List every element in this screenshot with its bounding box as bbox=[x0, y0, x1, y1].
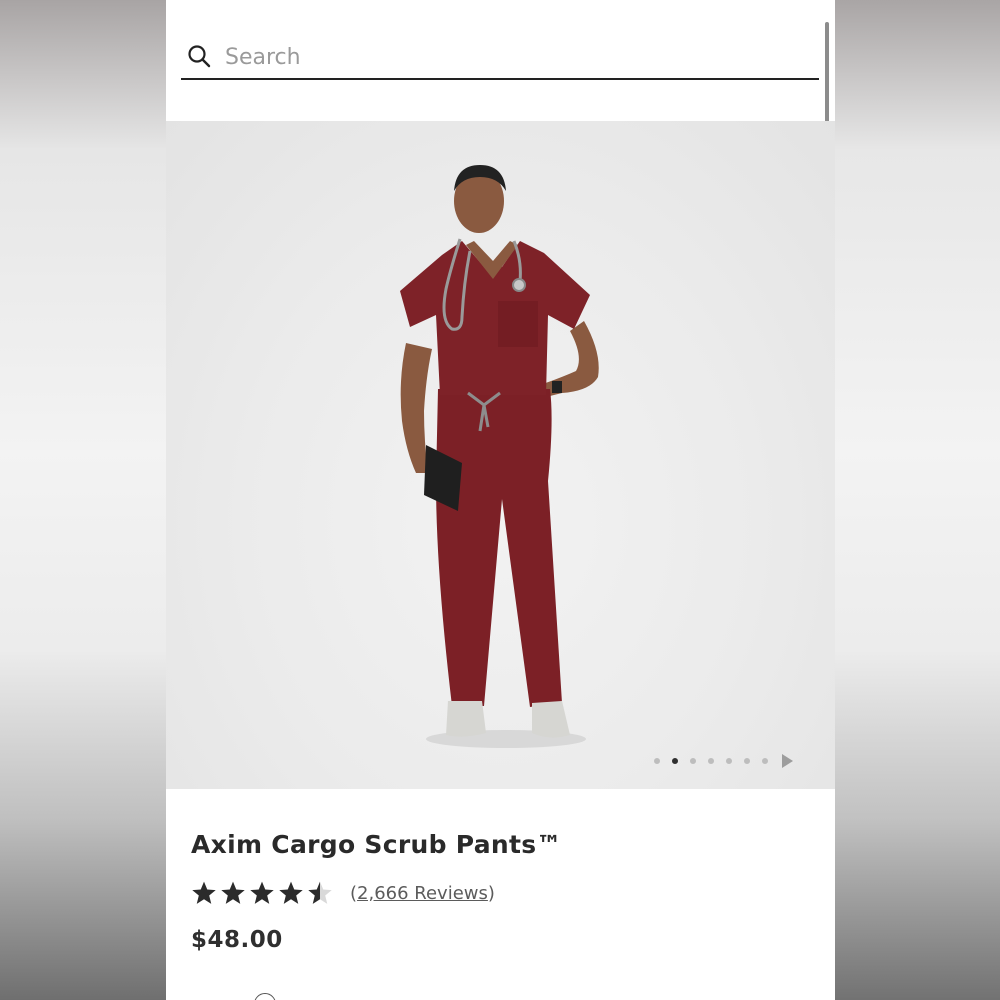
carousel-dot[interactable] bbox=[726, 758, 732, 764]
star-icon bbox=[279, 881, 303, 904]
carousel-dot[interactable] bbox=[744, 758, 750, 764]
phone-screen: Axim Cargo Scrub Pants™ (2,666 Reviews) … bbox=[166, 0, 835, 1000]
search-input[interactable] bbox=[223, 40, 787, 74]
carousel-dot[interactable] bbox=[690, 758, 696, 764]
reviews-open-paren: ( bbox=[350, 882, 358, 904]
product-title: Axim Cargo Scrub Pants™ bbox=[191, 830, 562, 859]
star-rating bbox=[191, 880, 336, 906]
reviews-count[interactable]: 2,666 Reviews bbox=[357, 883, 488, 904]
carousel-dot[interactable] bbox=[708, 758, 714, 764]
star-half-icon bbox=[308, 881, 332, 904]
star-icon bbox=[250, 881, 274, 904]
star-icon bbox=[221, 881, 245, 904]
reviews-close-paren: ) bbox=[487, 882, 495, 904]
carousel-dots bbox=[654, 754, 793, 768]
product-price: $48.00 bbox=[191, 927, 283, 953]
star-icon bbox=[192, 881, 216, 904]
play-arrow-icon[interactable] bbox=[782, 754, 793, 768]
carousel-dot-active[interactable] bbox=[672, 758, 678, 764]
background-right bbox=[835, 0, 1000, 1000]
color-swatch[interactable] bbox=[254, 993, 276, 1000]
reviews-link[interactable]: (2,666 Reviews) bbox=[350, 883, 495, 904]
search-bar[interactable] bbox=[181, 38, 819, 80]
carousel-dot[interactable] bbox=[762, 758, 768, 764]
rating-row: (2,666 Reviews) bbox=[191, 878, 495, 908]
background-left bbox=[0, 0, 166, 1000]
model-figure bbox=[400, 165, 599, 748]
search-icon[interactable] bbox=[187, 44, 211, 68]
carousel-dot[interactable] bbox=[654, 758, 660, 764]
product-image[interactable] bbox=[166, 121, 835, 789]
